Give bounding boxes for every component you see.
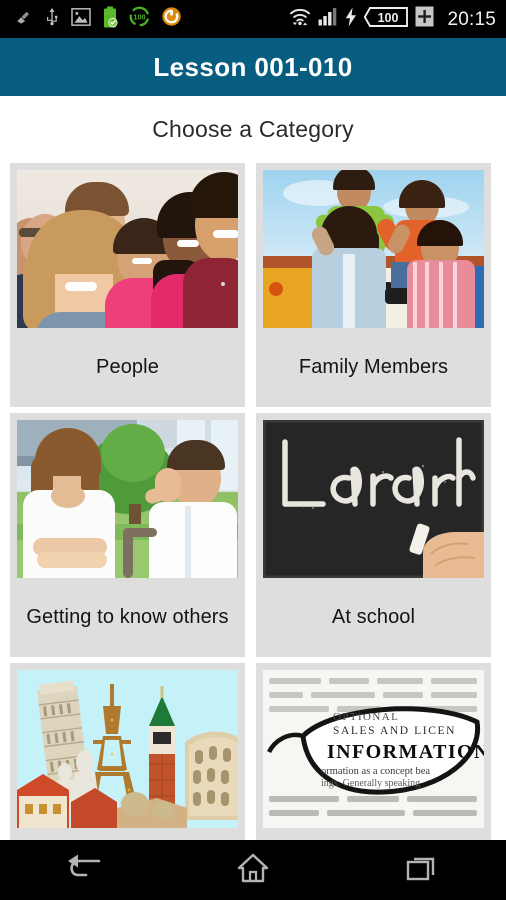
battery-100-icon: 100 xyxy=(129,6,150,32)
app-bar-title: Lesson 001-010 xyxy=(153,51,353,82)
category-thumbnail-family xyxy=(263,170,484,328)
category-card-getting-to-know-others[interactable]: Getting to know others xyxy=(10,413,245,657)
lens-line-3: ormation as a concept bea xyxy=(321,766,430,777)
category-thumbnail-information: OPTIONAL SALES AND LICEN INFORMATION orm… xyxy=(263,670,484,828)
category-card-people[interactable]: People xyxy=(10,163,245,407)
category-label: People xyxy=(96,356,159,378)
grid-row: OPTIONAL SALES AND LICEN INFORMATION orm… xyxy=(10,663,496,840)
screenshot-icon xyxy=(71,7,91,31)
status-bar-clock: 20:15 xyxy=(447,8,496,30)
back-arrow-icon xyxy=(66,853,102,888)
category-label: Getting to know others xyxy=(26,606,229,628)
category-label: At school xyxy=(331,606,416,628)
grid-row: People Family Members xyxy=(10,163,496,407)
lens-line-2: SALES AND LICEN xyxy=(333,725,456,737)
sync-icon xyxy=(161,6,182,32)
category-card-family-members[interactable]: Family Members xyxy=(256,163,491,407)
category-thumbnail-at-school xyxy=(263,420,484,578)
status-bar: 100 100 20:15 xyxy=(0,0,506,38)
category-thumbnail-getting-to-know-others xyxy=(17,420,238,578)
nav-recents-button[interactable] xyxy=(377,840,467,900)
phone-screen: 100 100 20:15 Lesson 001-010 Choose a Ca… xyxy=(0,0,506,900)
nav-back-button[interactable] xyxy=(39,840,129,900)
android-navigation-bar xyxy=(0,840,506,900)
battery-plus-icon xyxy=(415,6,434,32)
lens-line-1: OPTIONAL xyxy=(333,711,399,723)
page-heading-container: Choose a Category xyxy=(0,96,506,163)
category-label xyxy=(17,828,238,840)
home-icon xyxy=(237,853,269,888)
signal-icon xyxy=(318,7,338,31)
lens-line-4: ings. Generally speaking xyxy=(321,778,420,789)
lens-word-information: INFORMATION xyxy=(327,741,484,763)
status-bar-right-icons: 100 20:15 xyxy=(289,6,496,33)
wifi-icon xyxy=(289,7,311,32)
battery-saver-icon xyxy=(102,6,118,33)
category-label: Family Members xyxy=(298,356,449,378)
nav-home-button[interactable] xyxy=(208,840,298,900)
category-card-information[interactable]: OPTIONAL SALES AND LICEN INFORMATION orm… xyxy=(256,663,491,840)
app-bar: Lesson 001-010 xyxy=(0,38,506,96)
category-grid[interactable]: People Family Members Getting to know ot… xyxy=(0,163,506,840)
category-thumbnail-landmarks xyxy=(17,670,238,828)
recent-apps-icon xyxy=(406,854,438,887)
charging-bolt-icon xyxy=(345,7,357,32)
battery-percent-text: 100 xyxy=(378,11,399,25)
battery-level-icon: 100 xyxy=(364,6,409,33)
category-thumbnail-people xyxy=(17,170,238,328)
category-label xyxy=(263,828,484,840)
brush-icon xyxy=(14,7,33,31)
page-title: Choose a Category xyxy=(152,116,354,142)
status-bar-left-icons: 100 xyxy=(14,6,182,33)
usb-icon xyxy=(44,7,60,32)
category-card-landmarks[interactable] xyxy=(10,663,245,840)
grid-row: Getting to know others At school xyxy=(10,413,496,657)
svg-text:100: 100 xyxy=(133,12,145,21)
category-card-at-school[interactable]: At school xyxy=(256,413,491,657)
